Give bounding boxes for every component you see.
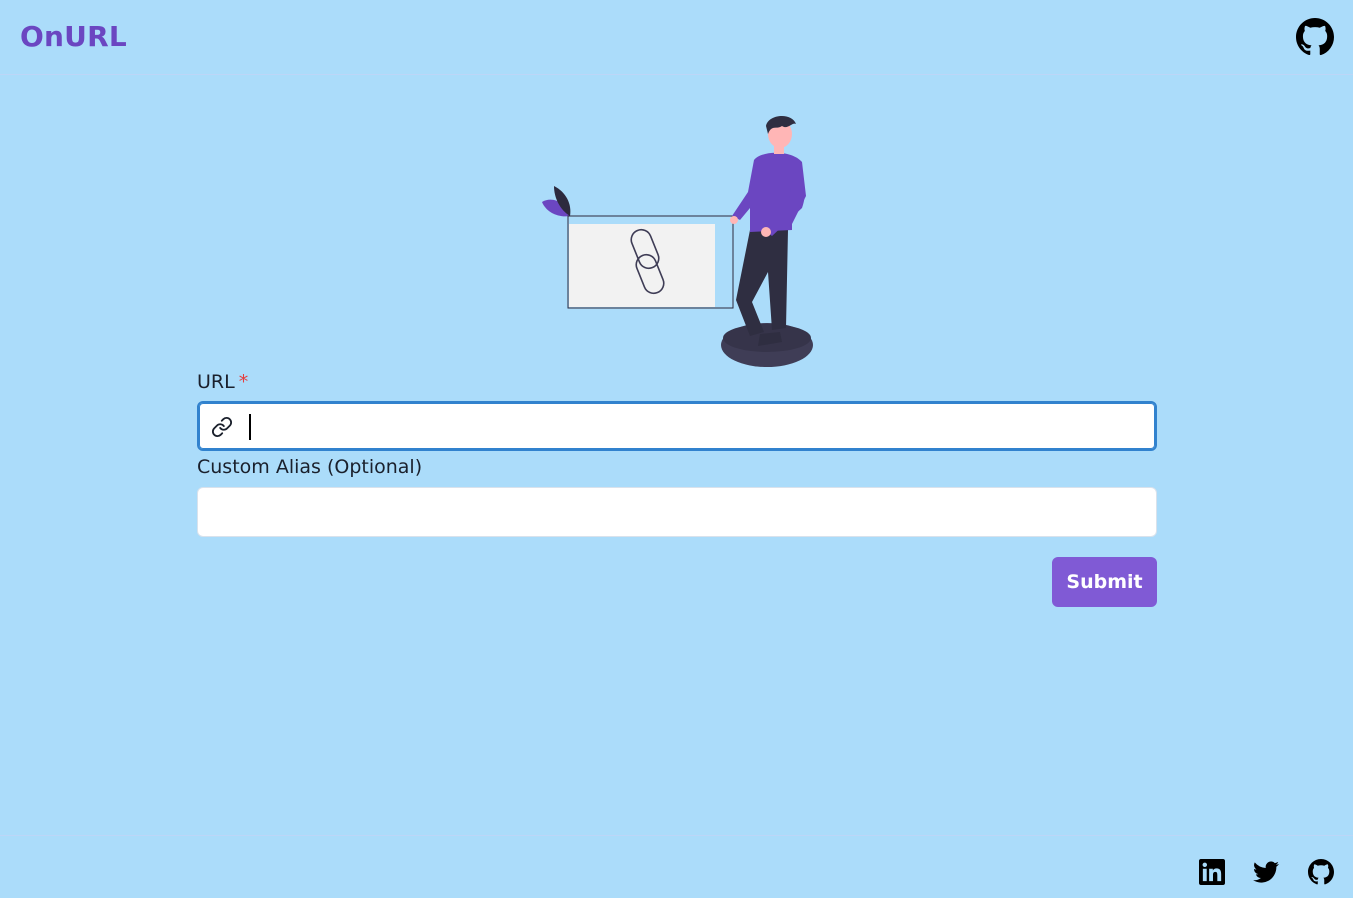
- url-label: URL *: [197, 371, 248, 393]
- footer: [0, 835, 1353, 898]
- header: OnURL: [0, 0, 1353, 75]
- url-field[interactable]: [197, 401, 1157, 451]
- github-icon[interactable]: [1296, 18, 1334, 56]
- text-cursor: [249, 414, 251, 440]
- alias-label: Custom Alias (Optional): [197, 456, 423, 478]
- submit-button[interactable]: Submit: [1052, 557, 1157, 607]
- linkedin-icon[interactable]: [1199, 859, 1225, 885]
- twitter-icon[interactable]: [1253, 859, 1279, 885]
- github-icon[interactable]: [1308, 859, 1334, 885]
- url-input[interactable]: [247, 403, 1145, 449]
- brand-logo[interactable]: OnURL: [20, 20, 127, 53]
- alias-input[interactable]: [214, 488, 1146, 536]
- link-illustration: [542, 115, 813, 367]
- required-mark: *: [238, 371, 249, 393]
- alias-field[interactable]: [197, 487, 1157, 537]
- url-label-text: URL: [197, 371, 235, 393]
- link-icon: [211, 416, 233, 438]
